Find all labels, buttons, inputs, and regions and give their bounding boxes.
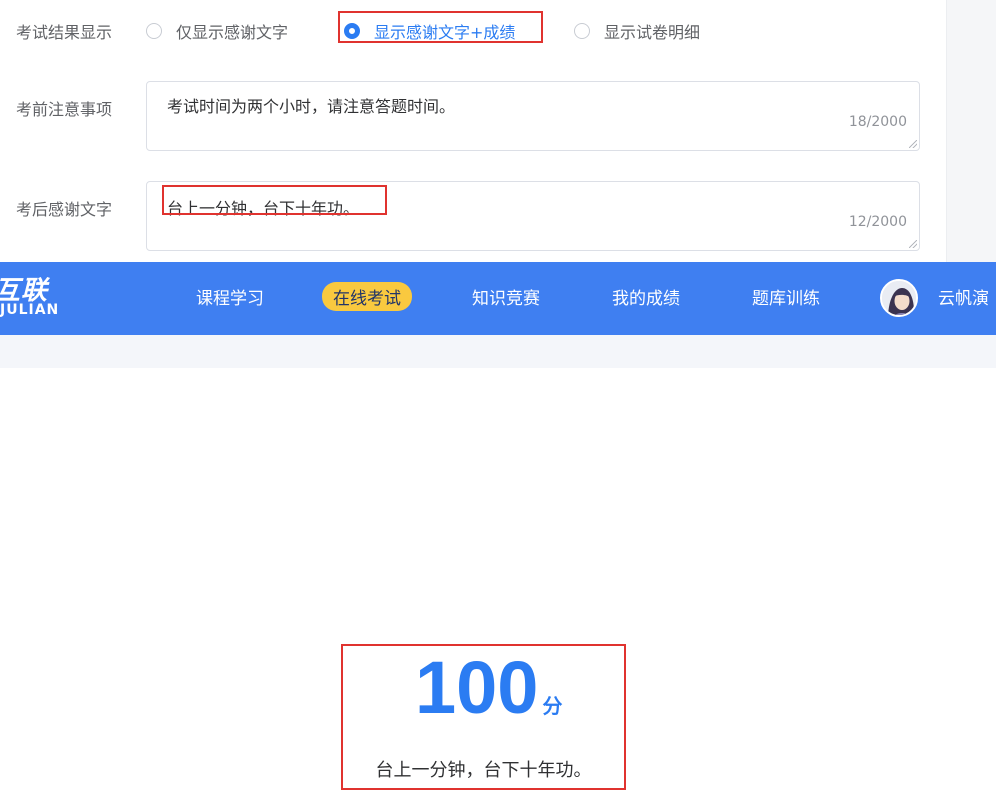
radio-paper-detail-label: 显示试卷明细 (604, 23, 701, 42)
top-nav-bar: 互联 JULIAN 课程学习 在线考试 知识竞赛 我的成绩 题库训练 云帆演 (0, 262, 996, 335)
highlight-thanks-text (162, 185, 387, 215)
radio-checked-icon (344, 23, 360, 39)
radio-circle-icon (574, 23, 590, 39)
thanks-message: 台上一分钟，台下十年功。 (375, 760, 592, 781)
thanks-char-count: 12/2000 (848, 214, 907, 230)
exam-result-panel: 100 分 台上一分钟，台下十年功。 (341, 644, 626, 790)
score-unit: 分 (542, 696, 563, 718)
radio-thanks-only-label: 仅显示感谢文字 (176, 23, 289, 42)
breadcrumb-bar (0, 335, 996, 368)
radio-circle-icon (146, 23, 162, 39)
nav-course-study[interactable]: 课程学习 (196, 284, 264, 309)
radio-paper-detail[interactable]: 显示试卷明细 (574, 19, 700, 43)
nav-online-exam[interactable]: 在线考试 (322, 282, 412, 311)
pre-notice-text: 考试时间为两个小时，请注意答题时间。 (167, 97, 456, 116)
score-display: 100 分 (415, 648, 562, 728)
avatar-portrait-icon (882, 281, 916, 315)
form-side-panel (946, 0, 996, 262)
radio-thanks-and-score-label: 显示感谢文字+成绩 (374, 23, 516, 42)
pre-notice-char-count: 18/2000 (848, 114, 907, 130)
nav-my-scores[interactable]: 我的成绩 (612, 284, 680, 309)
resize-handle-icon[interactable] (909, 240, 917, 248)
pre-notice-textarea[interactable]: 考试时间为两个小时，请注意答题时间。 18/2000 (146, 81, 920, 151)
radio-thanks-and-score[interactable]: 显示感谢文字+成绩 (344, 19, 515, 43)
pre-notice-label: 考前注意事项 (16, 100, 113, 119)
thanks-text-label: 考后感谢文字 (16, 200, 113, 219)
radio-thanks-only[interactable]: 仅显示感谢文字 (146, 19, 288, 43)
nav-knowledge-contest[interactable]: 知识竞赛 (472, 284, 540, 309)
result-display-label: 考试结果显示 (16, 23, 113, 42)
score-value: 100 (415, 646, 539, 729)
user-avatar[interactable] (880, 279, 918, 317)
user-name[interactable]: 云帆演 (938, 284, 989, 309)
exam-settings-form: 考试结果显示 仅显示感谢文字 显示感谢文字+成绩 显示试卷明细 考前注意事项 考… (0, 0, 996, 262)
resize-handle-icon[interactable] (909, 140, 917, 148)
logo-subtext: JULIAN (0, 302, 60, 318)
nav-question-bank[interactable]: 题库训练 (752, 284, 820, 309)
